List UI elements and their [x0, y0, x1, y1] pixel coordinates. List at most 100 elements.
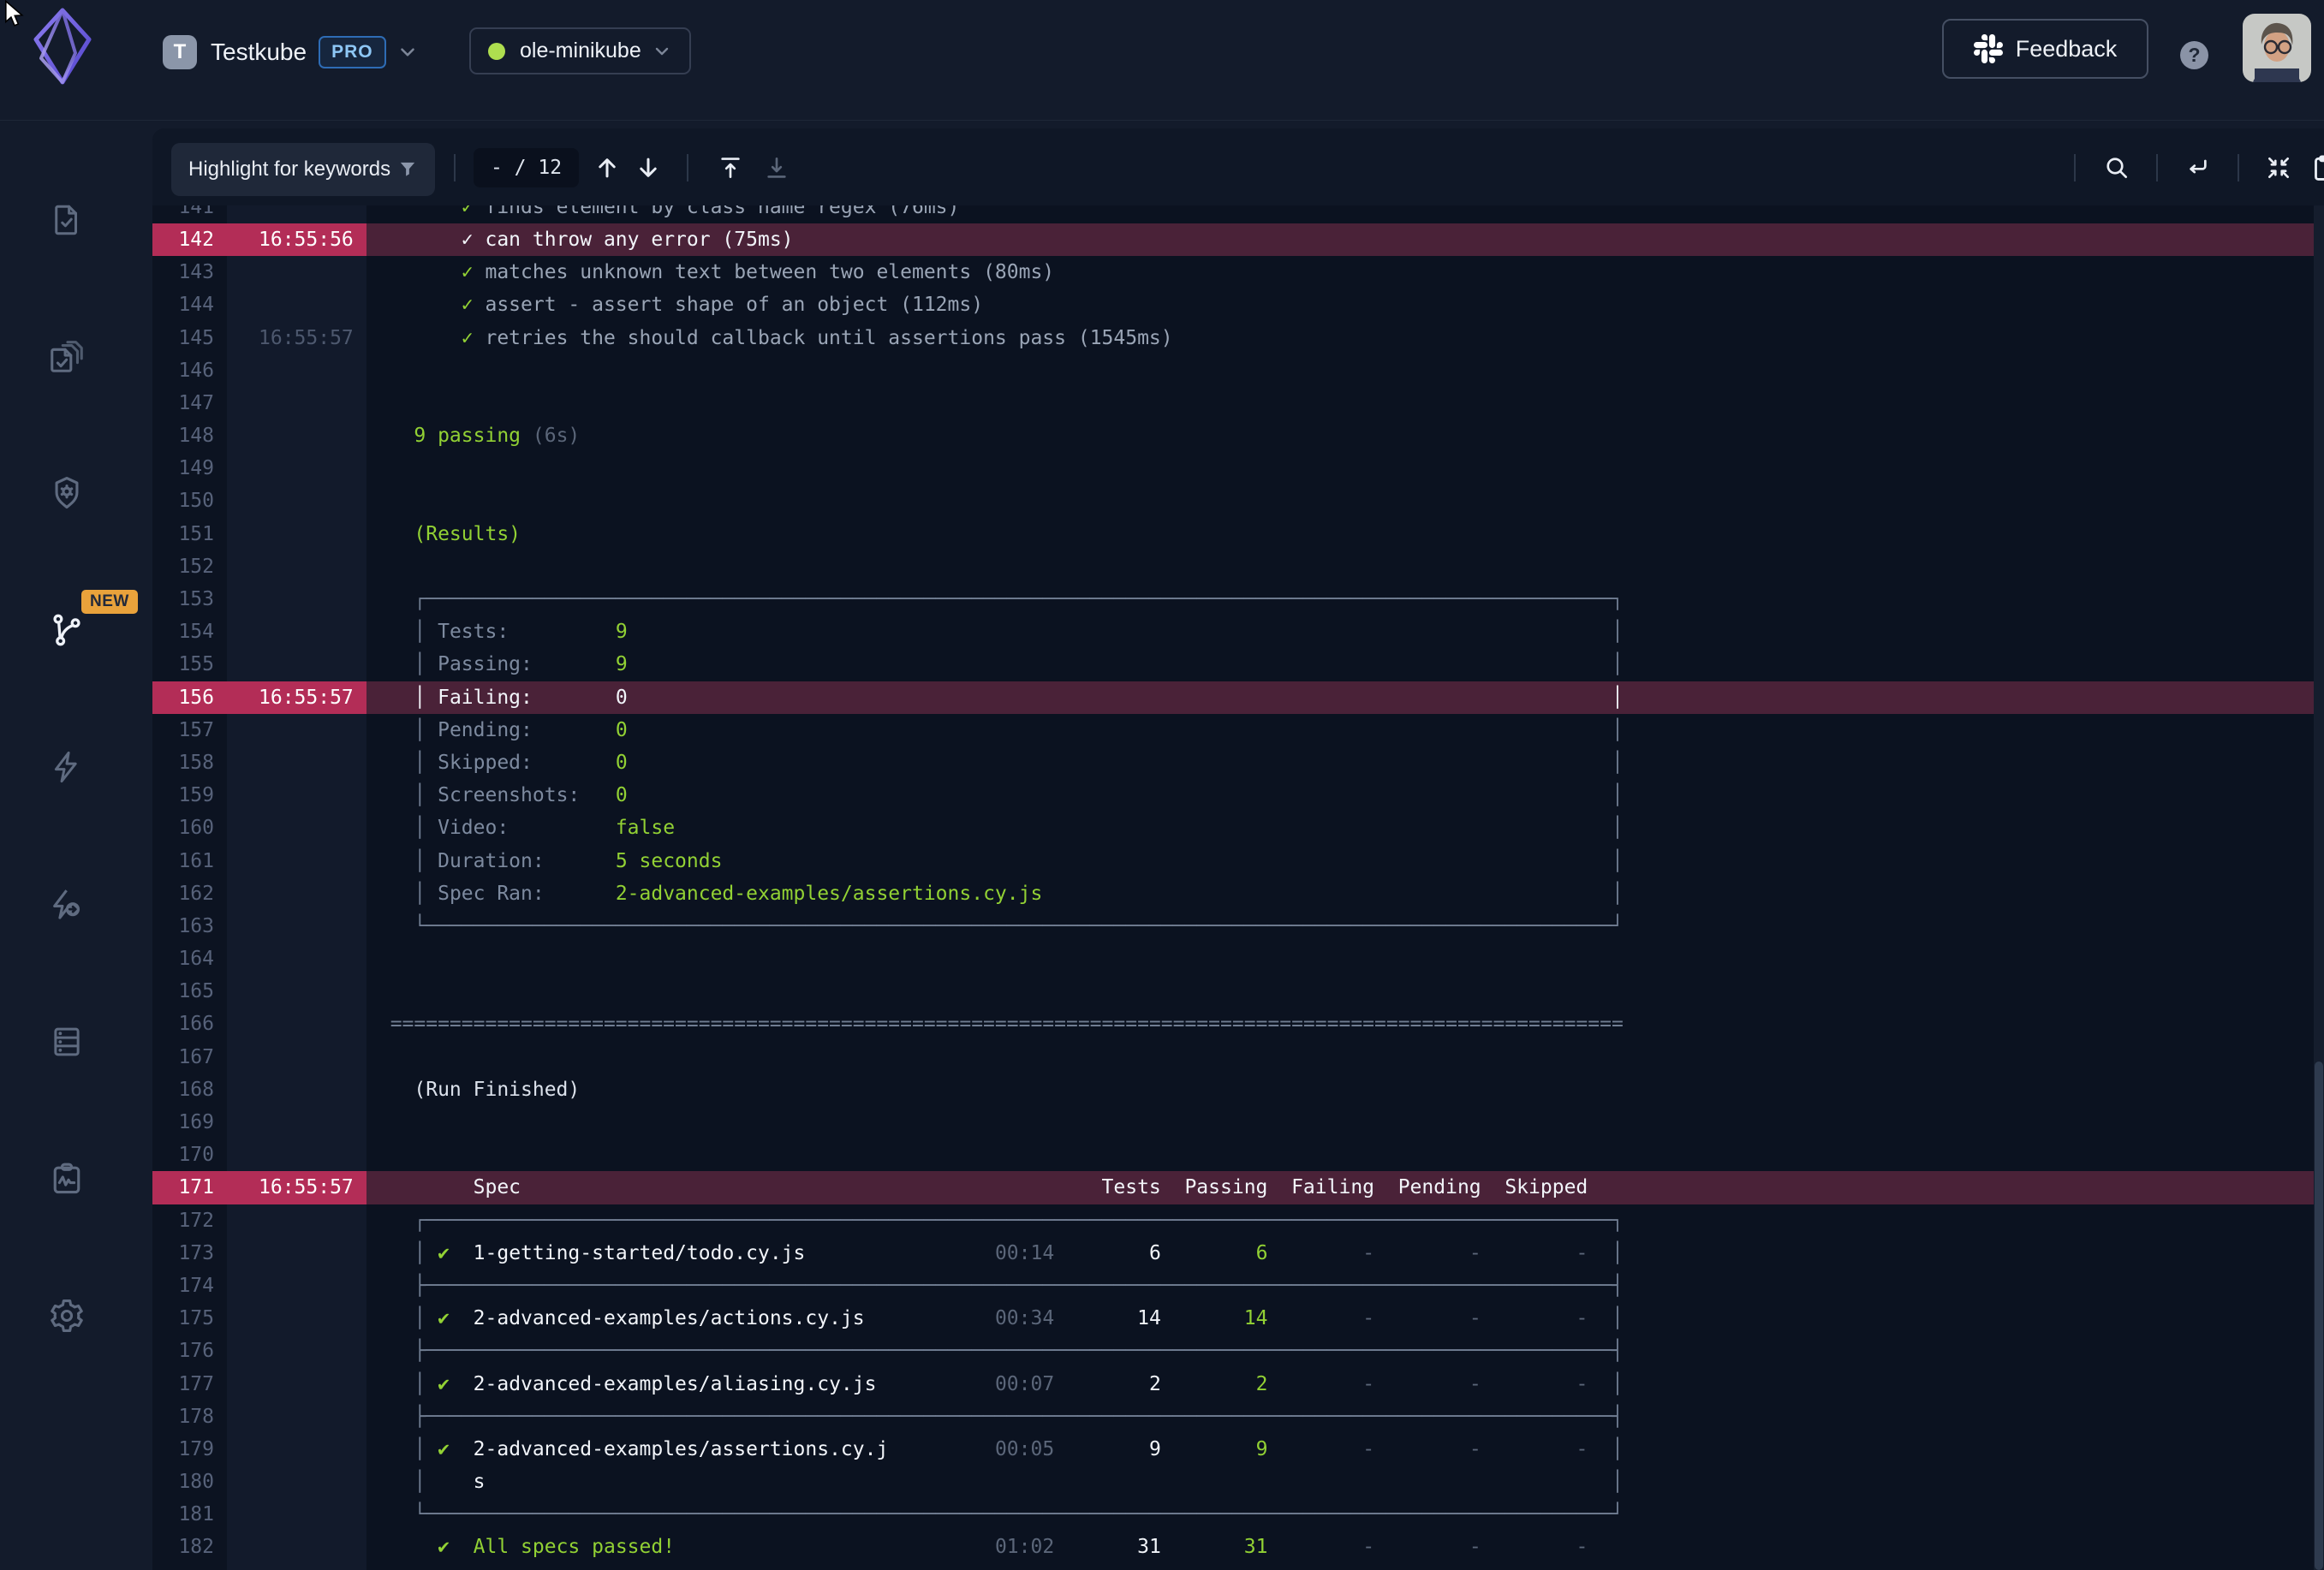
log-row[interactable]: 175 │ ✔ 2-advanced-examples/actions.cy.j… — [152, 1302, 2324, 1335]
line-text: ✔ All specs passed! 01:02 31 31 - - - — [366, 1531, 2324, 1563]
server-stack-icon — [49, 1024, 85, 1060]
log-row[interactable]: 174 ├───────────────────────────────────… — [152, 1270, 2324, 1302]
line-timestamp — [227, 583, 366, 616]
match-counter[interactable]: - / 12 — [474, 148, 579, 187]
log-row[interactable]: 176 ├───────────────────────────────────… — [152, 1335, 2324, 1367]
line-number: 150 — [152, 485, 227, 517]
testkube-logo-icon[interactable] — [31, 5, 94, 87]
log-row[interactable]: 150 — [152, 485, 2324, 517]
line-timestamp — [227, 1106, 366, 1139]
log-row[interactable]: 153 ┌───────────────────────────────────… — [152, 583, 2324, 616]
log-row[interactable]: 178 ├───────────────────────────────────… — [152, 1401, 2324, 1433]
log-row[interactable]: 146 — [152, 354, 2324, 387]
log-row[interactable]: 15616:55:57 │ Failing: 0 │ — [152, 681, 2324, 714]
log-row[interactable]: 173 │ ✔ 1-getting-started/todo.cy.js 00:… — [152, 1237, 2324, 1270]
line-timestamp — [227, 746, 366, 779]
line-timestamp: 16:55:57 — [227, 322, 366, 354]
log-row[interactable]: 177 │ ✔ 2-advanced-examples/aliasing.cy.… — [152, 1368, 2324, 1401]
log-row[interactable]: 168 (Run Finished) — [152, 1073, 2324, 1106]
log-row[interactable]: 149 — [152, 452, 2324, 485]
sidebar-item-sources[interactable] — [43, 1018, 91, 1066]
log-row[interactable]: 163 └───────────────────────────────────… — [152, 910, 2324, 943]
sidebar-item-status-pages[interactable] — [43, 1155, 91, 1203]
line-timestamp — [227, 975, 366, 1008]
line-text: ========================================… — [366, 1008, 2324, 1040]
line-number: 175 — [152, 1302, 227, 1335]
log-row[interactable]: 147 — [152, 387, 2324, 419]
log-row[interactable]: 148 9 passing (6s) — [152, 419, 2324, 452]
sidebar-item-tests[interactable] — [43, 196, 91, 244]
log-row[interactable]: 152 — [152, 550, 2324, 583]
log-row[interactable]: 151 (Results) — [152, 518, 2324, 550]
divider — [2074, 154, 2076, 181]
sidebar-item-test-suites[interactable] — [43, 332, 91, 380]
log-row[interactable]: 154 │ Tests: 9 │ — [152, 616, 2324, 648]
slack-icon — [1974, 34, 2003, 63]
scrollbar-thumb[interactable] — [2315, 1062, 2323, 1570]
line-timestamp — [227, 1204, 366, 1237]
sidebar-item-settings[interactable] — [43, 1292, 91, 1340]
product-title: Testkube — [211, 39, 307, 66]
log-row[interactable]: 164 — [152, 943, 2324, 975]
scroll-to-top-button[interactable] — [714, 152, 747, 184]
log-row[interactable]: 183 — [152, 1564, 2324, 1570]
line-number: 148 — [152, 419, 227, 452]
log-row[interactable]: 157 │ Pending: 0 │ — [152, 714, 2324, 746]
sidebar-item-executors[interactable] — [43, 469, 91, 517]
log-row[interactable]: 14216:55:56 ✓ can throw any error (75ms) — [152, 223, 2324, 256]
sidebar-item-triggers[interactable] — [43, 743, 91, 791]
user-avatar[interactable] — [2243, 14, 2311, 82]
log-row[interactable]: 158 │ Skipped: 0 │ — [152, 746, 2324, 779]
line-timestamp — [227, 452, 366, 485]
log-row[interactable]: 159 │ Screenshots: 0 │ — [152, 779, 2324, 812]
line-text: │ Spec Ran: 2-advanced-examples/assertio… — [366, 877, 2324, 910]
log-row[interactable]: 162 │ Spec Ran: 2-advanced-examples/asse… — [152, 877, 2324, 910]
line-text: │ Skipped: 0 │ — [366, 746, 2324, 779]
copy-button[interactable] — [2307, 152, 2324, 184]
log-row[interactable]: 182 ✔ All specs passed! 01:02 31 31 - - … — [152, 1531, 2324, 1563]
line-timestamp — [227, 779, 366, 812]
line-text: 9 passing (6s) — [366, 419, 2324, 452]
wrap-lines-button[interactable] — [2181, 152, 2214, 184]
search-button[interactable] — [2101, 152, 2133, 184]
line-timestamp — [227, 1335, 366, 1367]
log-row[interactable]: 180 │ s │ — [152, 1466, 2324, 1498]
line-number: 146 — [152, 354, 227, 387]
divider — [2156, 154, 2158, 181]
log-row[interactable]: 172 ┌───────────────────────────────────… — [152, 1204, 2324, 1237]
log-row[interactable]: 167 — [152, 1041, 2324, 1073]
line-text: Spec Tests Passing Failing Pending Skipp… — [366, 1171, 2324, 1204]
log-viewer-panel: 141 ✓ finds element by class name regex … — [152, 128, 2324, 1570]
log-row[interactable]: 179 │ ✔ 2-advanced-examples/assertions.c… — [152, 1433, 2324, 1466]
previous-match-button[interactable] — [591, 152, 623, 184]
next-match-button[interactable] — [632, 152, 664, 184]
vertical-scrollbar[interactable] — [2314, 205, 2324, 1570]
log-row[interactable]: 143 ✓ matches unknown text between two e… — [152, 256, 2324, 288]
org-switcher[interactable]: T Testkube PRO — [163, 34, 419, 70]
log-row[interactable]: 144 ✓ assert - assert shape of an object… — [152, 288, 2324, 321]
log-row[interactable]: 14516:55:57 ✓ retries the should callbac… — [152, 322, 2324, 354]
feedback-button[interactable]: Feedback — [1942, 19, 2148, 79]
log-row[interactable]: 170 — [152, 1139, 2324, 1171]
log-row[interactable]: 161 │ Duration: 5 seconds │ — [152, 845, 2324, 877]
log-row[interactable]: 165 — [152, 975, 2324, 1008]
line-number: 163 — [152, 910, 227, 943]
log-row[interactable]: 181 └───────────────────────────────────… — [152, 1498, 2324, 1531]
keyword-highlight-filter[interactable]: Highlight for keywords — [171, 143, 435, 196]
log-row[interactable]: 160 │ Video: false │ — [152, 812, 2324, 844]
environment-selector[interactable]: ole-minikube — [469, 27, 691, 74]
scroll-to-bottom-button[interactable] — [760, 152, 793, 184]
log-row[interactable]: 17116:55:57 Spec Tests Passing Failing P… — [152, 1171, 2324, 1204]
line-text: (Run Finished) — [366, 1073, 2324, 1106]
collapse-button[interactable] — [2262, 152, 2295, 184]
sidebar-item-webhooks[interactable] — [43, 881, 91, 929]
help-button[interactable]: ? — [2180, 41, 2208, 69]
line-number: 180 — [152, 1466, 227, 1498]
log-row[interactable]: 169 — [152, 1106, 2324, 1139]
log-row[interactable]: 166 ====================================… — [152, 1008, 2324, 1040]
line-timestamp — [227, 812, 366, 844]
line-number: 174 — [152, 1270, 227, 1302]
log-row[interactable]: 155 │ Passing: 9 │ — [152, 648, 2324, 681]
line-number: 166 — [152, 1008, 227, 1040]
log-toolbar: Highlight for keywords - / 12 — [152, 128, 2324, 205]
